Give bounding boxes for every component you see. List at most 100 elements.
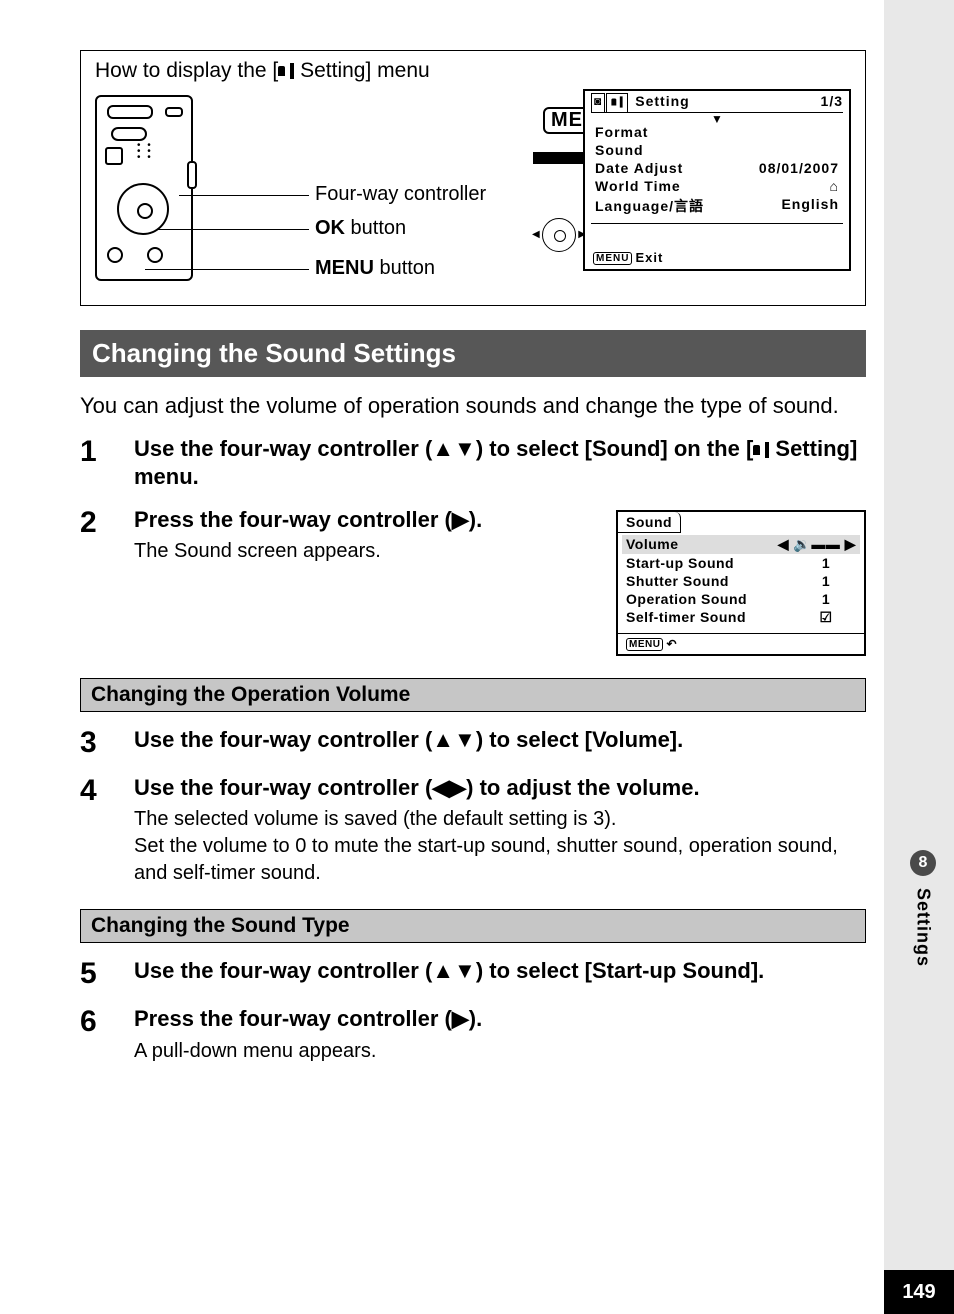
right-margin <box>884 0 954 1314</box>
howto-title: How to display the [ Setting] menu <box>95 59 851 83</box>
lcd-row-value: English <box>781 196 839 216</box>
page-content: How to display the [ Setting] menu • •• … <box>80 50 866 1065</box>
t: ) to select [Start-up Sound]. <box>476 958 764 983</box>
label-ok: OK button <box>315 217 406 240</box>
wrench-icon <box>278 63 294 79</box>
t: ) to adjust the volume. <box>466 775 699 800</box>
cursor-down-icon: ▼ <box>585 115 849 123</box>
sound-row: Operation Sound 1 <box>626 590 856 608</box>
t: ). <box>469 1006 482 1031</box>
howto-box: How to display the [ Setting] menu • •• … <box>80 50 866 306</box>
wrench-icon <box>753 442 769 458</box>
t: Press the four-way controller ( <box>134 1006 452 1031</box>
sound-row-label: Self-timer Sound <box>626 609 746 626</box>
step-1: 1 Use the four-way controller (▲▼) to se… <box>80 435 866 492</box>
back-arrow-icon: ↶ <box>666 637 677 651</box>
sound-screen-title: Sound <box>618 512 681 533</box>
sound-row: Start-up Sound 1 <box>626 554 856 572</box>
step-number: 4 <box>80 774 134 888</box>
labels-column: Four-way controller OK button MENU butto… <box>193 89 851 299</box>
label-menu-bold: MENU <box>315 257 374 279</box>
t: Use the four-way controller ( <box>134 436 432 461</box>
howto-title-pre: How to display the [ <box>95 59 278 82</box>
sound-row: Self-timer Sound ☑ <box>626 608 856 627</box>
sound-row-label: Operation Sound <box>626 591 747 607</box>
howto-title-post: Setting] menu <box>294 59 429 82</box>
lcd-row: Language/言語 English <box>585 195 849 217</box>
intro-text: You can adjust the volume of operation s… <box>80 391 866 421</box>
lcd-row-label: World Time <box>595 178 681 194</box>
home-icon: ⌂ <box>830 178 839 194</box>
arrows-left-right-icon: ◀▶ <box>432 775 466 800</box>
subsection-volume: Changing the Operation Volume <box>80 678 866 712</box>
volume-indicator-icon: ◀ 🔉▬▬ ▶ <box>778 536 856 553</box>
section-header: Changing the Sound Settings <box>80 330 866 377</box>
sound-row-value: 1 <box>796 591 856 607</box>
sound-row-label: Start-up Sound <box>626 555 734 571</box>
step-3: 3 Use the four-way controller (▲▼) to se… <box>80 726 866 760</box>
setting-tab-icon <box>606 93 628 112</box>
step-main: Use the four-way controller (◀▶) to adju… <box>134 774 866 803</box>
arrows-up-down-icon: ▲▼ <box>432 958 476 983</box>
subsection-type: Changing the Sound Type <box>80 909 866 943</box>
lcd-row-label: Format <box>595 124 648 140</box>
side-tab: 8 Settings <box>910 850 936 967</box>
arrows-up-down-icon: ▲▼ <box>432 727 476 752</box>
sound-row: Shutter Sound 1 <box>626 572 856 590</box>
lcd-row-value: 08/01/2007 <box>759 160 839 176</box>
lcd-row-label: Sound <box>595 142 644 158</box>
sound-screen-bottom: MENU↶ <box>618 633 864 654</box>
t: ) to select [Sound] on the [ <box>476 436 753 461</box>
step-number: 2 <box>80 506 134 656</box>
chapter-label: Settings <box>913 888 934 967</box>
arrows-up-down-icon: ▲▼ <box>432 436 476 461</box>
step-main: Press the four-way controller (▶). <box>134 1005 866 1034</box>
chapter-number-badge: 8 <box>910 850 936 876</box>
menu-small-icon: MENU <box>626 638 663 651</box>
arrow-right-icon: ▶ <box>452 1006 469 1031</box>
sound-row-value: 1 <box>796 555 856 571</box>
step-main: Use the four-way controller (▲▼) to sele… <box>134 726 866 755</box>
lcd-row-label: Date Adjust <box>595 160 683 176</box>
t: Use the four-way controller ( <box>134 727 432 752</box>
label-ok-rest: button <box>345 217 406 239</box>
camera-illustration: • •• •• • <box>95 95 193 281</box>
checkbox-icon: ☑ <box>796 609 856 626</box>
sound-row-value: 1 <box>796 573 856 589</box>
t: Use the four-way controller ( <box>134 775 432 800</box>
page-number: 149 <box>884 1270 954 1314</box>
lcd-row: Date Adjust 08/01/2007 <box>585 159 849 177</box>
dpad-icon: ◀▶ <box>539 215 579 255</box>
lcd-row: World Time ⌂ <box>585 177 849 195</box>
step-sub: The selected volume is saved (the defaul… <box>134 806 866 887</box>
lcd-page-indicator: 1/3 <box>821 93 843 112</box>
camera-tab-icon: ◙ <box>591 93 605 112</box>
menu-small-icon: MENU <box>593 252 632 265</box>
lcd-title: Setting <box>635 93 689 112</box>
setting-screen: ◙ Setting 1/3 ▼ Format Sound Date Adjust… <box>583 89 851 271</box>
sound-row-label: Volume <box>626 536 679 553</box>
sound-row: Volume ◀ 🔉▬▬ ▶ <box>622 535 860 554</box>
step-4: 4 Use the four-way controller (◀▶) to ad… <box>80 774 866 888</box>
step-2: 2 Sound Volume ◀ 🔉▬▬ ▶ Start-up Sound 1 Sh… <box>80 506 866 656</box>
step-sub: A pull-down menu appears. <box>134 1038 866 1065</box>
t: ). <box>469 507 482 532</box>
lcd-row: Sound <box>585 141 849 159</box>
step-number: 5 <box>80 957 134 991</box>
step-number: 3 <box>80 726 134 760</box>
t: ) to select [Volume]. <box>476 727 683 752</box>
step-main: Use the four-way controller (▲▼) to sele… <box>134 435 866 492</box>
step-5: 5 Use the four-way controller (▲▼) to se… <box>80 957 866 991</box>
step-main: Use the four-way controller (▲▼) to sele… <box>134 957 866 986</box>
step-6: 6 Press the four-way controller (▶). A p… <box>80 1005 866 1065</box>
t: Press the four-way controller ( <box>134 507 452 532</box>
label-fourway: Four-way controller <box>315 183 486 206</box>
exit-label: Exit <box>635 250 663 265</box>
lcd-row-label: Language/言語 <box>595 196 704 216</box>
step-number: 1 <box>80 435 134 492</box>
sound-screen: Sound Volume ◀ 🔉▬▬ ▶ Start-up Sound 1 Shut… <box>616 510 866 656</box>
sound-row-label: Shutter Sound <box>626 573 729 589</box>
t: Use the four-way controller ( <box>134 958 432 983</box>
label-menu-rest: button <box>374 257 435 279</box>
step-number: 6 <box>80 1005 134 1065</box>
